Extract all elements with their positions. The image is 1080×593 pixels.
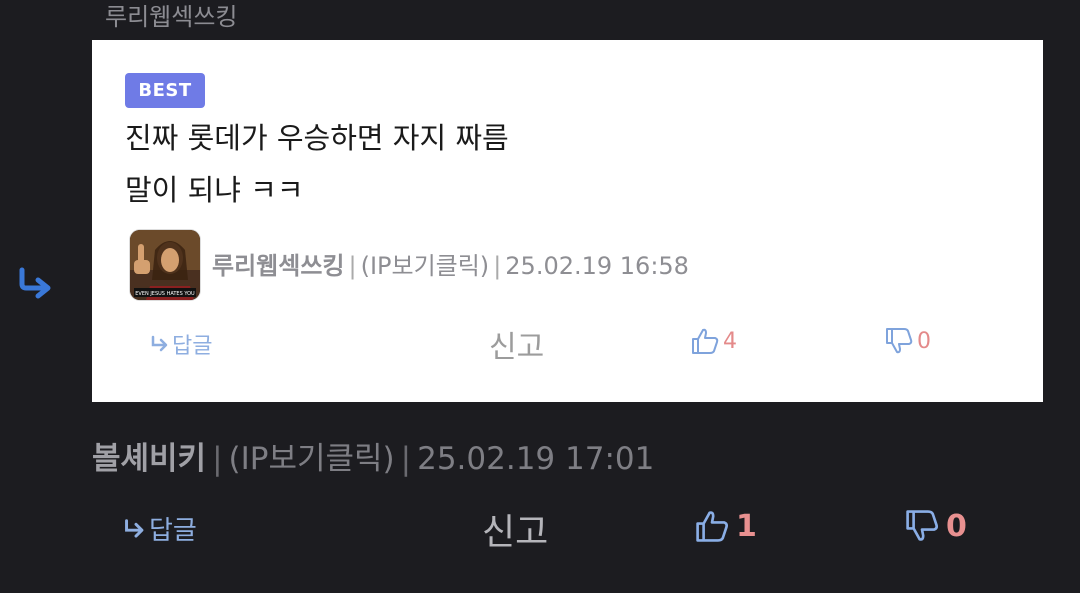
report-button[interactable]: 신고 [489,322,544,366]
report-label: 신고 [482,512,549,553]
reply-label: 답글 [172,334,213,359]
reply-button[interactable]: 답글 [150,328,212,360]
comment-timestamp: 25.02.19 16:58 [505,252,689,280]
best-badge: BEST [125,73,205,108]
thumbs-down-icon [906,510,939,541]
avatar-caption: EVEN JESUS HATES YOU [135,291,195,297]
previous-comment-author[interactable]: 루리웹섹쓰킹 [105,0,237,34]
thumbs-up-icon [696,511,729,542]
reply-arrow-icon [151,335,168,352]
like-button[interactable]: 1 [694,508,757,544]
dislike-count: 0 [946,508,967,544]
comment-meta: 루리웹섹쓰킹 | (IP보기클릭) | 25.02.19 16:58 [212,252,689,280]
ip-link[interactable]: (IP보기클릭) [229,441,395,477]
comment-text-line: 말이 되냐 ㅋㅋ [125,173,304,207]
reply-indicator-icon [16,264,56,304]
reply-arrow-icon [125,518,144,538]
reply-button[interactable]: 답글 [123,510,197,547]
ip-link[interactable]: (IP보기클릭) [361,252,490,280]
comment-text-line: 진짜 롯데가 우승하면 자지 짜름 [125,121,509,155]
report-button[interactable]: 신고 [482,503,548,555]
dislike-button[interactable]: 0 [884,326,931,356]
comment-author[interactable]: 루리웹섹쓰킹 [212,252,344,280]
thumbs-up-icon [692,328,719,354]
avatar[interactable]: EVEN JESUS HATES YOU [130,230,200,300]
best-comment-card: BEST 진짜 롯데가 우승하면 자지 짜름 말이 되냐 ㅋㅋ EVEN JES… [92,40,1043,402]
dislike-count: 0 [917,328,931,354]
report-label: 신고 [489,330,545,365]
like-count: 1 [736,508,757,544]
reply-label: 답글 [149,516,197,546]
dislike-button[interactable]: 0 [904,508,967,544]
like-count: 4 [723,328,737,354]
comment-timestamp: 25.02.19 17:01 [417,441,655,477]
thumbs-down-icon [886,328,913,354]
like-button[interactable]: 4 [690,326,737,356]
comment-author[interactable]: 볼셰비키 [92,441,206,477]
reply-comment-meta: 볼셰비키 | (IP보기클릭) | 25.02.19 17:01 [92,441,655,477]
